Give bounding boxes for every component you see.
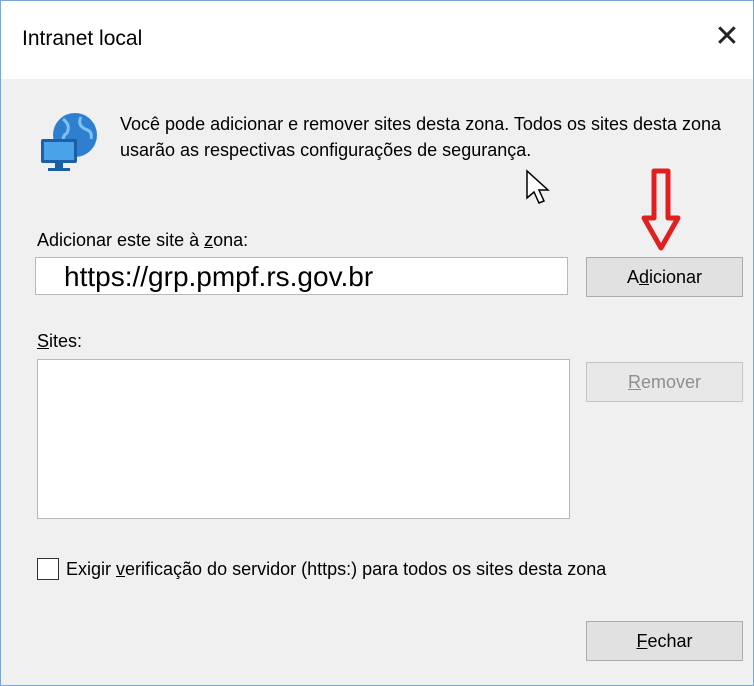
site-url-input[interactable]: https://grp.pmpf.rs.gov.br	[35, 257, 568, 295]
sites-list[interactable]	[37, 359, 570, 519]
title-bar: Intranet local ✕	[1, 1, 753, 79]
globe-computer-icon	[41, 113, 97, 171]
mouse-pointer-icon	[526, 169, 550, 204]
close-icon[interactable]: ✕	[713, 22, 741, 52]
add-button[interactable]: Adicionar	[586, 257, 743, 297]
sites-label: Sites:	[37, 331, 83, 351]
dialog-window: Intranet local ✕ Você pode adicionar e r…	[0, 0, 754, 686]
down-arrow-annotation-icon	[641, 168, 681, 251]
dialog-title: Intranet local	[22, 27, 143, 50]
remove-button[interactable]: Remover	[586, 362, 743, 402]
zone-description: Você pode adicionar e remover sites dest…	[120, 114, 722, 160]
close-button[interactable]: Fechar	[586, 621, 743, 661]
add-site-label: Adicionar este site à zona:	[37, 230, 249, 250]
require-https-checkbox[interactable]	[37, 558, 59, 580]
require-https-label[interactable]: Exigir verificação do servidor (https:) …	[66, 559, 606, 580]
